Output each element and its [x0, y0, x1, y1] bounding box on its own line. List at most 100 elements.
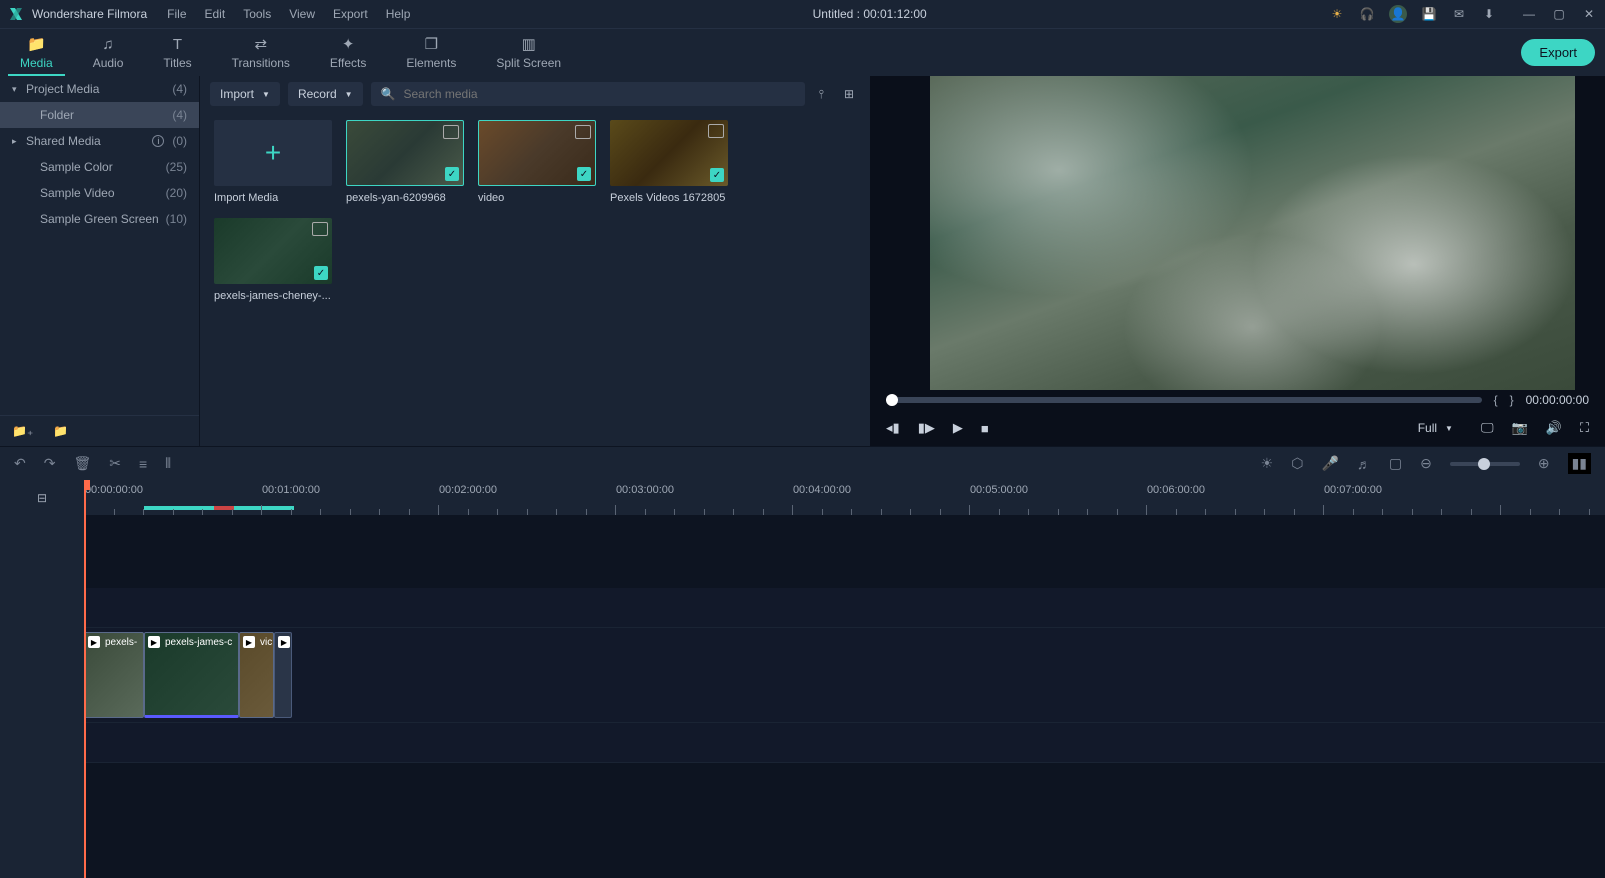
scrub-handle[interactable]	[886, 394, 898, 406]
tab-splitscreen[interactable]: ▥Split Screen	[476, 31, 581, 74]
sidebar-sample-video[interactable]: Sample Video(20)	[0, 180, 199, 206]
menu-file[interactable]: File	[167, 7, 186, 21]
search-input[interactable]	[404, 87, 795, 101]
timeline-clip[interactable]: ▶pexels-	[84, 632, 144, 718]
menu-help[interactable]: Help	[386, 7, 411, 21]
media-thumb[interactable]: ✓	[478, 120, 596, 186]
export-button[interactable]: Export	[1521, 39, 1595, 66]
record-dropdown[interactable]: Record▼	[288, 82, 363, 106]
sidebar-folder[interactable]: Folder(4)	[0, 102, 199, 128]
sidebar-shared-media[interactable]: ▸Shared Mediai(0)	[0, 128, 199, 154]
marker-icon[interactable]: ⬡	[1291, 455, 1303, 472]
music-icon[interactable]: ♬	[1357, 456, 1371, 472]
media-tile[interactable]: ✓ pexels-yan-6209968	[346, 120, 464, 204]
save-icon[interactable]: 💾	[1421, 6, 1437, 22]
timeline-options-icon[interactable]: ⊟	[0, 480, 84, 516]
sidebar-bottom: 📁₊ 📁	[0, 415, 199, 446]
menu-edit[interactable]: Edit	[205, 7, 226, 21]
sidebar-sample-color[interactable]: Sample Color(25)	[0, 154, 199, 180]
volume-icon[interactable]: 🔊	[1546, 420, 1562, 436]
tab-label: Audio	[93, 56, 124, 70]
render-icon[interactable]: ☀	[1261, 455, 1274, 472]
media-grid: + Import Media ✓ pexels-yan-6209968 ✓ vi…	[200, 112, 870, 310]
voiceover-icon[interactable]: 🎤	[1321, 455, 1338, 472]
scrub-track[interactable]	[886, 397, 1482, 403]
audio-track-1[interactable]: ♪1 🔓 🔊	[84, 723, 1605, 763]
ruler-label: 00:04:00:00	[793, 484, 851, 496]
tab-media[interactable]: 📁Media	[0, 31, 73, 74]
quality-dropdown[interactable]: Full▼	[1408, 416, 1463, 440]
prev-frame-icon[interactable]: ◂▮	[886, 420, 900, 436]
filter-icon[interactable]: ⫯	[813, 87, 830, 102]
play-icon[interactable]: ▮▶	[918, 420, 935, 436]
media-thumb[interactable]: ✓	[346, 120, 464, 186]
redo-icon[interactable]: ↷	[44, 455, 56, 472]
play-forward-icon[interactable]: ▶	[953, 420, 963, 436]
media-thumb[interactable]: ✓	[214, 218, 332, 284]
ruler-label: 00:01:00:00	[262, 484, 320, 496]
display-icon[interactable]: 🖵	[1481, 420, 1494, 436]
delete-icon[interactable]: 🗑	[73, 455, 91, 472]
timeline-ruler[interactable]: 00:00:00:00 00:01:00:00 00:02:00:00 00:0…	[84, 480, 1605, 516]
zoom-out-icon[interactable]: ⊖	[1420, 455, 1432, 472]
media-tile[interactable]: ✓ video	[478, 120, 596, 204]
preview-panel: { } 00:00:00:00 ◂▮ ▮▶ ▶ ■ Full▼ 🖵 📷 🔊 ⛶	[870, 76, 1605, 446]
message-icon[interactable]: ✉	[1451, 6, 1467, 22]
info-icon[interactable]: i	[152, 135, 164, 147]
adjust-icon[interactable]: ≡	[139, 456, 147, 472]
undo-icon[interactable]: ↶	[14, 455, 26, 472]
support-icon[interactable]: 🎧	[1359, 6, 1375, 22]
fullscreen-icon[interactable]: ⛶	[1580, 420, 1589, 436]
cut-icon[interactable]: ✂	[109, 455, 121, 472]
tips-icon[interactable]: ☀	[1329, 6, 1345, 22]
menu-export[interactable]: Export	[333, 7, 368, 21]
maximize-icon[interactable]: ▢	[1551, 6, 1567, 22]
mark-out-icon[interactable]: }	[1510, 393, 1514, 407]
media-tile[interactable]: ✓ pexels-james-cheney-...	[214, 218, 332, 302]
timeline-main[interactable]: 00:00:00:00 00:01:00:00 00:02:00:00 00:0…	[84, 480, 1605, 878]
ruler-label: 00:07:00:00	[1324, 484, 1382, 496]
tab-label: Transitions	[232, 56, 290, 70]
zoom-slider[interactable]	[1450, 462, 1520, 466]
media-thumb[interactable]: ✓	[610, 120, 728, 186]
new-folder-icon[interactable]: 📁₊	[12, 424, 33, 438]
tab-elements[interactable]: ❐Elements	[386, 31, 476, 74]
clip-label: pexels-james-c	[165, 637, 232, 648]
minimize-icon[interactable]: —	[1521, 6, 1537, 22]
timeline-clip[interactable]: ▶vic	[239, 632, 274, 718]
tab-titles[interactable]: TTitles	[143, 32, 211, 74]
import-media-tile[interactable]: + Import Media	[214, 120, 332, 204]
video-track-2[interactable]: ▢2 🔓 👁	[84, 588, 1605, 628]
download-icon[interactable]: ⬇	[1481, 6, 1497, 22]
timeline-clip[interactable]: ▶	[274, 632, 292, 718]
crop-icon[interactable]: ▢	[1389, 455, 1402, 472]
audio-adjust-icon[interactable]: ⫴	[165, 455, 171, 472]
import-thumb[interactable]: +	[214, 120, 332, 186]
search-icon: 🔍	[381, 87, 396, 101]
snapshot-icon[interactable]: 📷	[1512, 420, 1528, 436]
folder-icon[interactable]: 📁	[53, 424, 68, 438]
preview-viewport[interactable]	[930, 76, 1575, 390]
grid-view-icon[interactable]: ⊞	[838, 87, 860, 101]
timeline-clip[interactable]: ▶pexels-james-c	[144, 632, 239, 718]
playhead[interactable]	[84, 480, 86, 878]
tab-transitions[interactable]: ⇄Transitions	[212, 31, 310, 74]
sidebar-project-media[interactable]: ▾Project Media(4)	[0, 76, 199, 102]
account-icon[interactable]: 👤	[1389, 5, 1407, 23]
zoom-in-icon[interactable]: ⊕	[1538, 455, 1550, 472]
media-tile[interactable]: ✓ Pexels Videos 1672805	[610, 120, 728, 204]
menu-tools[interactable]: Tools	[243, 7, 271, 21]
close-icon[interactable]: ✕	[1581, 6, 1597, 22]
import-dropdown[interactable]: Import▼	[210, 82, 280, 106]
search-media[interactable]: 🔍	[371, 82, 805, 106]
project-title: Untitled : 00:01:12:00	[410, 7, 1329, 21]
tab-effects[interactable]: ✦Effects	[310, 31, 386, 74]
zoom-handle[interactable]	[1478, 458, 1490, 470]
sidebar-sample-green[interactable]: Sample Green Screen(10)	[0, 206, 199, 232]
stop-icon[interactable]: ■	[981, 421, 989, 436]
tab-audio[interactable]: ♫Audio	[73, 32, 144, 74]
timeline-view-icon[interactable]: ▮▮	[1568, 453, 1591, 474]
video-track-1[interactable]: ▢1 🔓 👁 ▶pexels- ▶pexels-james-c ▶vic ▶	[84, 628, 1605, 723]
menu-view[interactable]: View	[289, 7, 315, 21]
mark-in-icon[interactable]: {	[1494, 393, 1498, 407]
